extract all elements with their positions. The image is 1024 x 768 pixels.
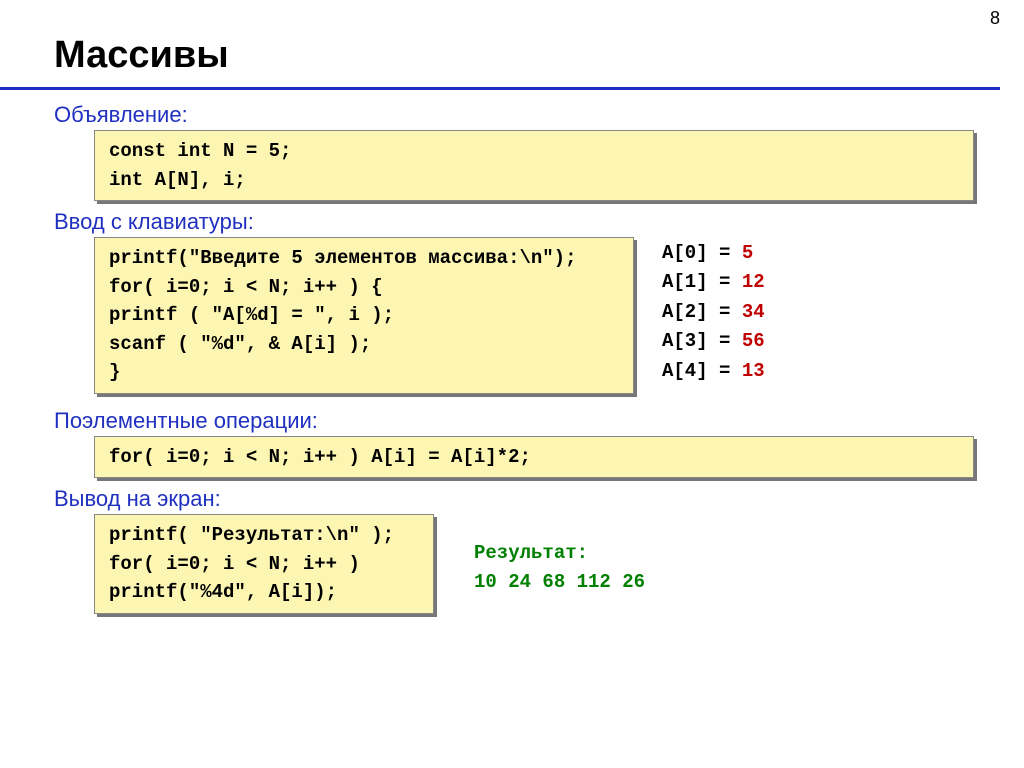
sample-row: A[2] = 34 xyxy=(662,298,765,327)
section-elementwise-label: Поэлементные операции: xyxy=(54,408,1000,434)
code-output: printf( "Результат:\n" ); for( i=0; i < … xyxy=(94,514,434,614)
output-result: Результат: 10 24 68 112 26 xyxy=(474,539,645,596)
section-output-label: Вывод на экран: xyxy=(54,486,1000,512)
code-input: printf("Введите 5 элементов массива:\n")… xyxy=(94,237,634,394)
code-line: printf("Введите 5 элементов массива:\n")… xyxy=(109,244,619,273)
code-line: scanf ( "%d", & A[i] ); xyxy=(109,330,619,359)
sample-row: A[1] = 12 xyxy=(662,268,765,297)
code-line: int A[N], i; xyxy=(109,166,959,195)
code-line: for( i=0; i < N; i++ ) { xyxy=(109,273,619,302)
section-input-label: Ввод с клавиатуры: xyxy=(54,209,1000,235)
sample-row: A[0] = 5 xyxy=(662,239,765,268)
sample-row: A[4] = 13 xyxy=(662,357,765,386)
code-line: } xyxy=(109,358,619,387)
sample-row: A[3] = 56 xyxy=(662,327,765,356)
code-elementwise: for( i=0; i < N; i++ ) A[i] = A[i]*2; xyxy=(94,436,974,479)
code-line: printf( "Результат:\n" ); xyxy=(109,521,419,550)
page-title: Массивы xyxy=(0,0,1000,90)
code-declaration: const int N = 5; int A[N], i; xyxy=(94,130,974,201)
code-line: const int N = 5; xyxy=(109,137,959,166)
result-values: 10 24 68 112 26 xyxy=(474,568,645,597)
input-sample: A[0] = 5 A[1] = 12 A[2] = 34 A[3] = 56 A… xyxy=(662,237,765,386)
result-label: Результат: xyxy=(474,539,645,568)
code-line: for( i=0; i < N; i++ ) A[i] = A[i]*2; xyxy=(109,443,959,472)
code-line: for( i=0; i < N; i++ ) xyxy=(109,550,419,579)
code-line: printf("%4d", A[i]); xyxy=(109,578,419,607)
section-declaration-label: Объявление: xyxy=(54,102,1000,128)
page-number: 8 xyxy=(990,8,1000,29)
code-line: printf ( "A[%d] = ", i ); xyxy=(109,301,619,330)
slide-content: Объявление: const int N = 5; int A[N], i… xyxy=(0,90,1024,622)
